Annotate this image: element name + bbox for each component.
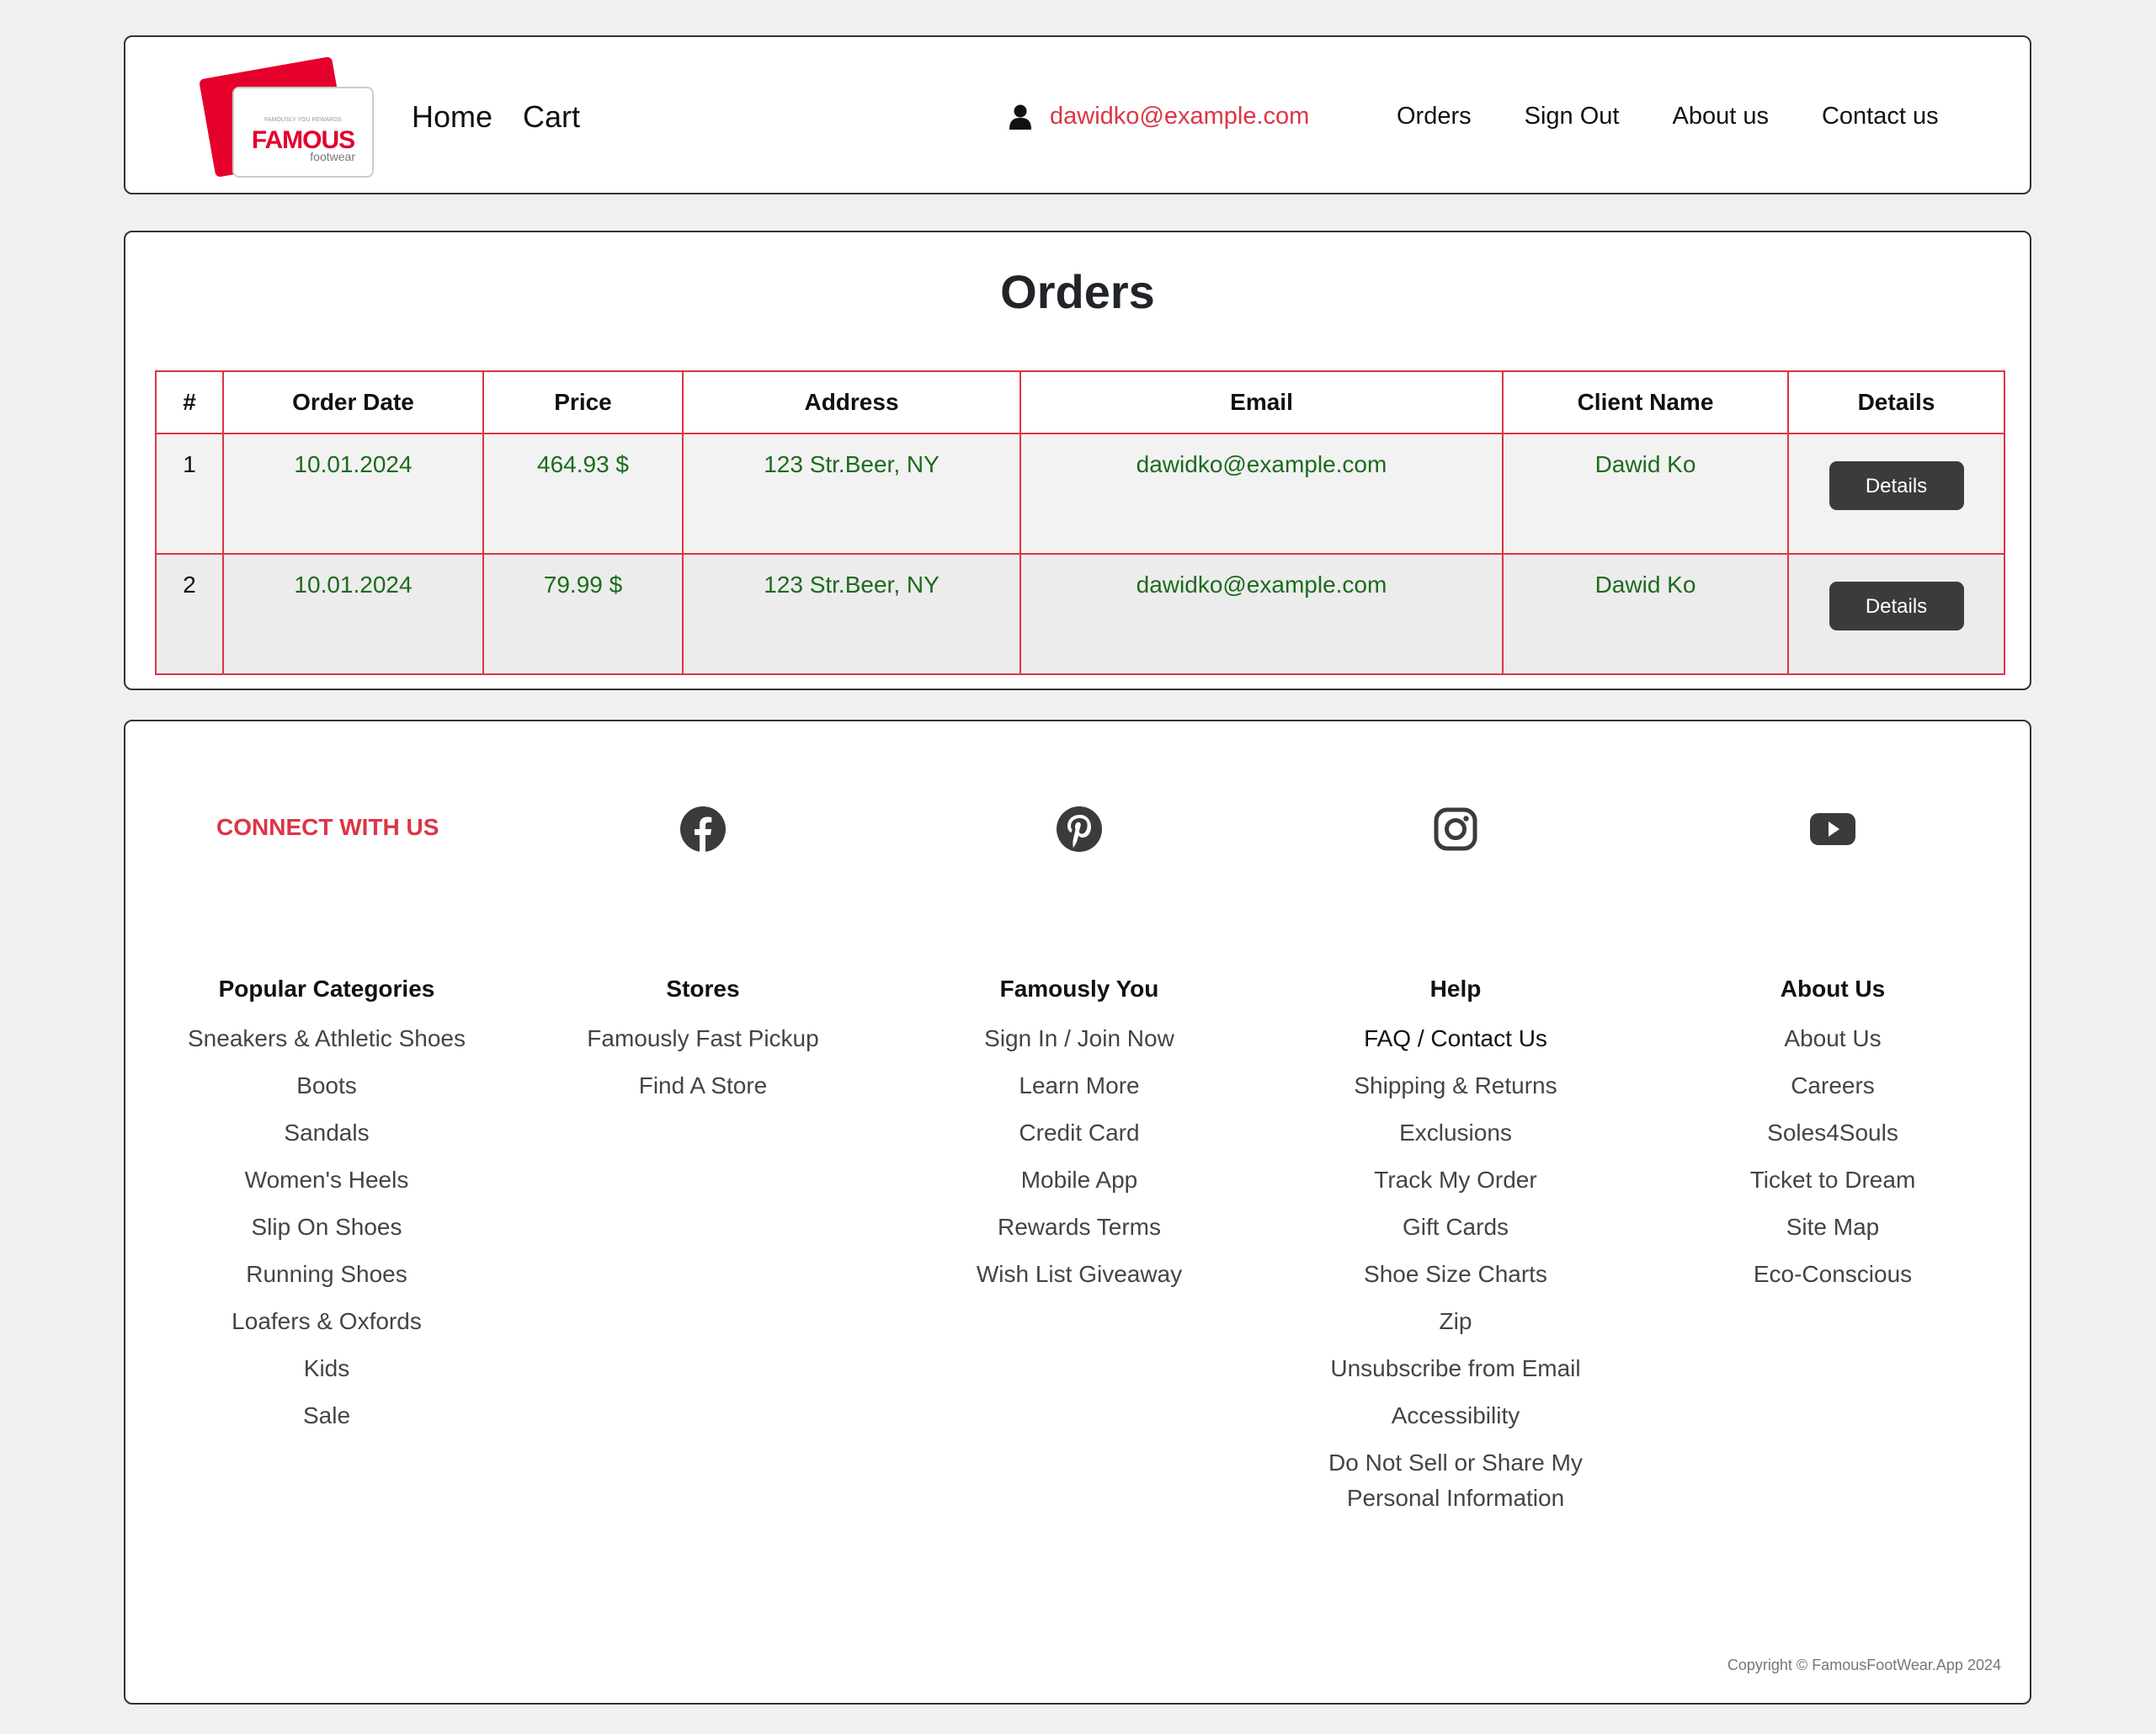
column-header: Order Date <box>222 370 484 434</box>
footer-link[interactable]: Sign In / Join Now <box>894 1021 1264 1056</box>
footer-column-title: Stores <box>666 976 740 1002</box>
footer-column-help: Help FAQ / Contact Us Shipping & Returns… <box>1270 974 1641 1528</box>
order-price: 464.93 $ <box>482 433 684 555</box>
nav-home-link[interactable]: Home <box>412 99 492 135</box>
connect-label: CONNECT WITH US <box>216 814 439 840</box>
footer-column-title: Popular Categories <box>218 976 435 1002</box>
footer-link[interactable]: Sale <box>141 1398 512 1433</box>
footer-link[interactable]: Do Not Sell or Share My Personal Informa… <box>1321 1445 1590 1516</box>
nav-about-link[interactable]: About us <box>1672 103 1768 130</box>
column-header: Price <box>482 370 684 434</box>
footer-column-title: About Us <box>1780 976 1886 1002</box>
column-header: # <box>155 370 224 434</box>
footer-link[interactable]: Soles4Souls <box>1648 1115 2018 1151</box>
famous-footwear-logo[interactable]: FAMOUSLY YOU REWARDS FAMOUS footwear <box>195 56 379 182</box>
footer-link[interactable]: Credit Card <box>894 1115 1264 1151</box>
footer-link[interactable]: Eco-Conscious <box>1648 1257 2018 1292</box>
details-button[interactable]: Details <box>1829 461 1964 510</box>
column-header: Address <box>682 370 1021 434</box>
user-icon <box>1009 104 1031 130</box>
logo-tagline: FAMOUSLY YOU REWARDS <box>264 117 342 123</box>
order-client-name: Dawid Ko <box>1502 553 1789 675</box>
table-row: 2 10.01.2024 79.99 $ 123 Str.Beer, NY da… <box>155 553 2005 675</box>
footer-link[interactable]: Learn More <box>894 1068 1264 1104</box>
footer-link[interactable]: Slip On Shoes <box>141 1210 512 1245</box>
order-date: 10.01.2024 <box>222 553 484 675</box>
footer-link[interactable]: Exclusions <box>1270 1115 1641 1151</box>
order-index: 2 <box>155 553 224 675</box>
copyright-text: Copyright © FamousFootWear.App 2024 <box>1727 1657 2001 1673</box>
order-price: 79.99 $ <box>482 553 684 675</box>
footer-link[interactable]: Mobile App <box>894 1162 1264 1198</box>
footer-link[interactable]: Shoe Size Charts <box>1270 1257 1641 1292</box>
footer-link[interactable]: Kids <box>141 1351 512 1386</box>
footer-link[interactable]: Shipping & Returns <box>1270 1068 1641 1104</box>
footer-column-about-us: About Us About Us Careers Soles4Souls Ti… <box>1648 974 2018 1304</box>
footer-column-title: Famously You <box>999 976 1159 1002</box>
footer-link[interactable]: Zip <box>1270 1304 1641 1339</box>
order-index: 1 <box>155 433 224 555</box>
nav-sign-out-link[interactable]: Sign Out <box>1525 103 1620 130</box>
account-nav: Orders Sign Out About us Contact us <box>1397 103 1939 130</box>
footer-link[interactable]: About Us <box>1648 1021 2018 1056</box>
details-button[interactable]: Details <box>1829 582 1964 630</box>
order-client-name: Dawid Ko <box>1502 433 1789 555</box>
table-row: 1 10.01.2024 464.93 $ 123 Str.Beer, NY d… <box>155 433 2005 555</box>
footer-column-popular-categories: Popular Categories Sneakers & Athletic S… <box>141 974 512 1445</box>
footer-link[interactable]: Sandals <box>141 1115 512 1151</box>
nav-orders-link[interactable]: Orders <box>1397 103 1472 130</box>
footer-link[interactable]: Women's Heels <box>141 1162 512 1198</box>
nav-contact-link[interactable]: Contact us <box>1822 103 1939 130</box>
order-address: 123 Str.Beer, NY <box>682 433 1021 555</box>
order-details-cell: Details <box>1787 553 2005 675</box>
footer-link[interactable]: Famously Fast Pickup <box>518 1021 888 1056</box>
footer-link[interactable]: Site Map <box>1648 1210 2018 1245</box>
logo-sub: footwear <box>310 150 355 163</box>
pinterest-icon[interactable] <box>1056 806 1103 853</box>
footer-link[interactable]: Accessibility <box>1270 1398 1641 1433</box>
footer-link[interactable]: Rewards Terms <box>894 1210 1264 1245</box>
footer-link[interactable]: Unsubscribe from Email <box>1270 1351 1641 1386</box>
user-info: dawidko@example.com <box>1009 103 1309 130</box>
header-bar: FAMOUSLY YOU REWARDS FAMOUS footwear Hom… <box>124 35 2031 194</box>
orders-panel: Orders # Order Date Price Address Email … <box>124 231 2031 690</box>
instagram-icon[interactable] <box>1432 806 1479 853</box>
footer-link[interactable]: Running Shoes <box>141 1257 512 1292</box>
footer-link[interactable]: Track My Order <box>1270 1162 1641 1198</box>
youtube-icon[interactable] <box>1809 806 1856 853</box>
footer-link[interactable]: Wish List Giveaway <box>894 1257 1264 1292</box>
column-header: Details <box>1787 370 2005 434</box>
orders-table: # Order Date Price Address Email Client … <box>155 370 2005 675</box>
page-title: Orders <box>1000 265 1155 318</box>
footer-link[interactable]: Careers <box>1648 1068 2018 1104</box>
footer-link[interactable]: FAQ / Contact Us <box>1270 1021 1641 1056</box>
footer-link[interactable]: Boots <box>141 1068 512 1104</box>
facebook-icon[interactable] <box>679 806 727 853</box>
column-header: Client Name <box>1502 370 1789 434</box>
footer-link[interactable]: Gift Cards <box>1270 1210 1641 1245</box>
footer-link[interactable]: Ticket to Dream <box>1648 1162 2018 1198</box>
column-header: Email <box>1019 370 1504 434</box>
footer-column-stores: Stores Famously Fast Pickup Find A Store <box>518 974 888 1115</box>
footer-link[interactable]: Find A Store <box>518 1068 888 1104</box>
footer-column-famously-you: Famously You Sign In / Join Now Learn Mo… <box>894 974 1264 1304</box>
user-email-link[interactable]: dawidko@example.com <box>1050 103 1309 130</box>
footer-column-title: Help <box>1429 976 1482 1002</box>
footer: CONNECT WITH US Popular Categories Sneak… <box>124 720 2031 1705</box>
table-header-row: # Order Date Price Address Email Client … <box>155 370 2005 434</box>
order-address: 123 Str.Beer, NY <box>682 553 1021 675</box>
nav-cart-link[interactable]: Cart <box>523 99 580 135</box>
order-email: dawidko@example.com <box>1019 433 1504 555</box>
footer-link[interactable]: Loafers & Oxfords <box>141 1304 512 1339</box>
order-email: dawidko@example.com <box>1019 553 1504 675</box>
footer-link[interactable]: Sneakers & Athletic Shoes <box>141 1021 512 1056</box>
order-date: 10.01.2024 <box>222 433 484 555</box>
main-nav: Home Cart <box>412 99 580 135</box>
order-details-cell: Details <box>1787 433 2005 555</box>
